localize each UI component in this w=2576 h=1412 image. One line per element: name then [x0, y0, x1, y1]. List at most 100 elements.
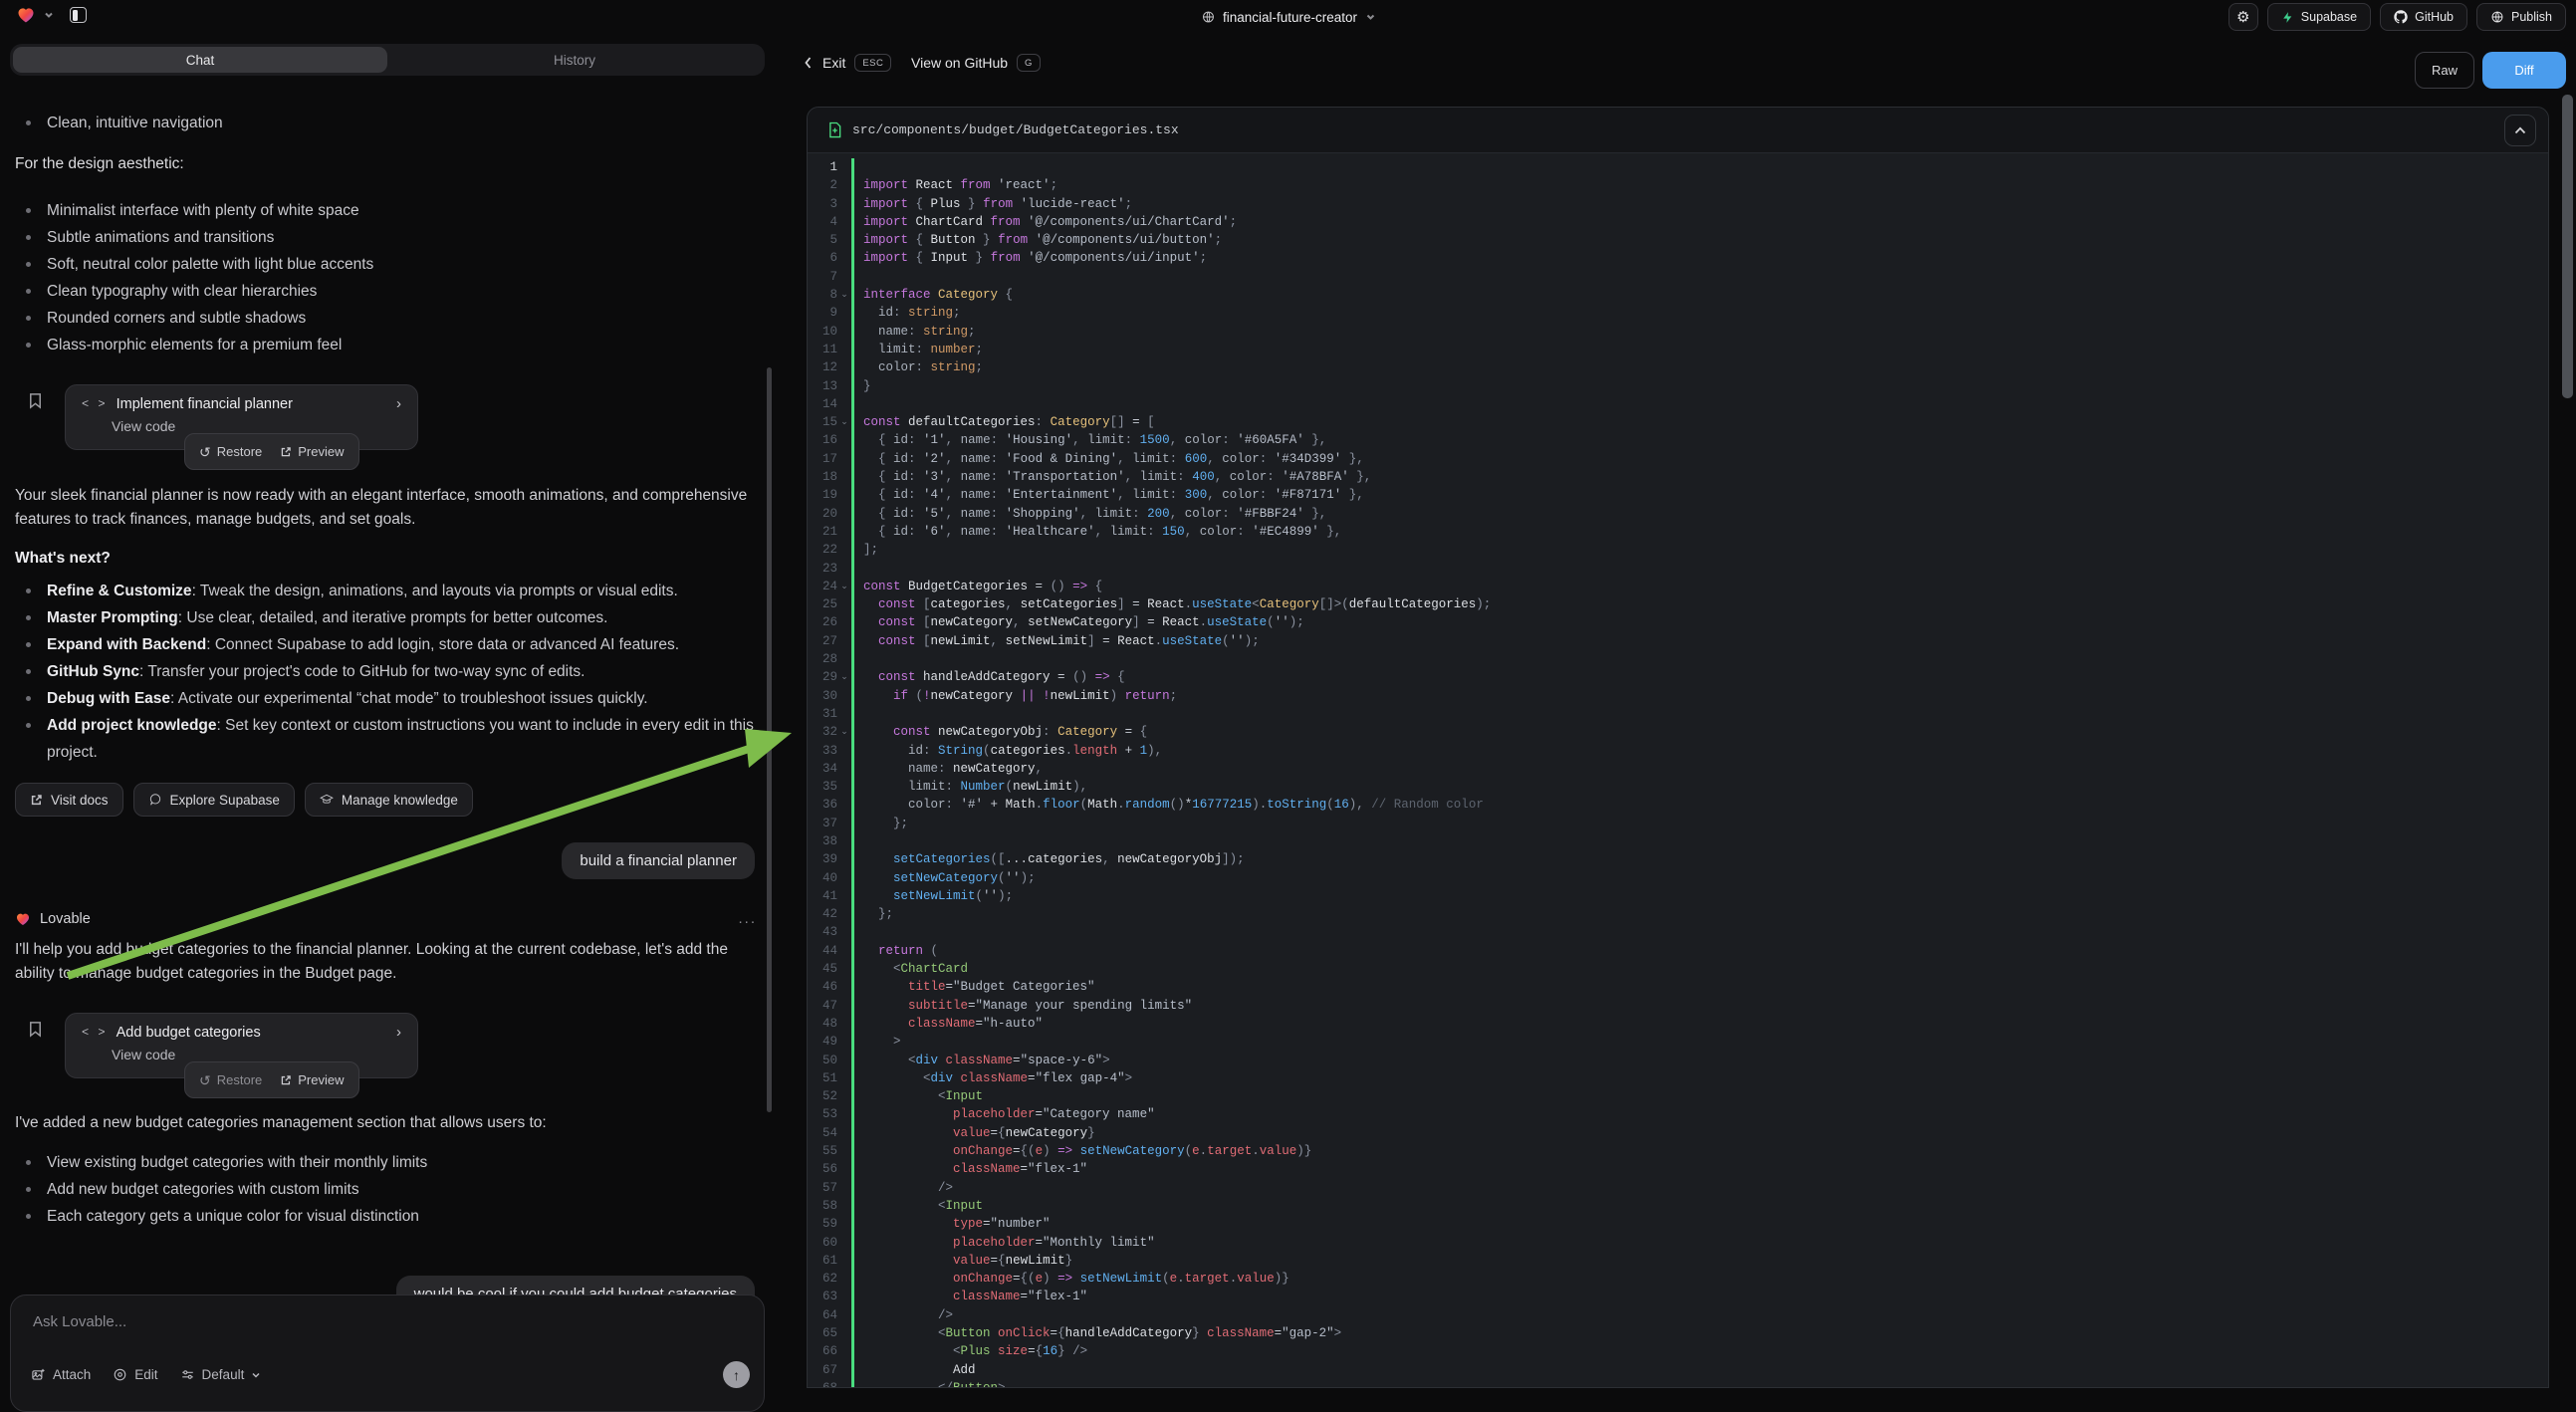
- tab-history[interactable]: History: [387, 47, 762, 73]
- visit-docs-button[interactable]: Visit docs: [15, 783, 123, 817]
- fold-gutter: [837, 395, 851, 413]
- github-label: GitHub: [2415, 10, 2454, 24]
- fold-gutter: [837, 1033, 851, 1051]
- fold-gutter: [837, 358, 851, 376]
- message-menu-button[interactable]: ...: [738, 910, 757, 927]
- view-on-github-button[interactable]: View on GitHub G: [911, 54, 1041, 72]
- design-bullet-list: Minimalist interface with plenty of whit…: [15, 197, 754, 358]
- fold-chevron-icon[interactable]: ⌄: [837, 723, 851, 741]
- chat-tabs: Chat History: [10, 44, 765, 76]
- fold-chevron-icon[interactable]: ⌄: [837, 413, 851, 431]
- code-line: 54 value={newCategory}: [808, 1124, 2548, 1142]
- composer-input[interactable]: Ask Lovable...: [33, 1313, 126, 1330]
- settings-button[interactable]: ⚙: [2228, 3, 2258, 31]
- line-number: 57: [808, 1179, 837, 1197]
- restore-button[interactable]: ↺Restore: [199, 444, 262, 459]
- tab-chat[interactable]: Chat: [13, 47, 387, 73]
- fold-chevron-icon[interactable]: ⌄: [837, 578, 851, 595]
- sidebar-toggle-icon[interactable]: [70, 7, 87, 23]
- code-text: className="flex-1": [854, 1288, 1087, 1305]
- publish-label: Publish: [2511, 10, 2552, 24]
- fold-chevron-icon[interactable]: ⌄: [837, 668, 851, 686]
- lovable-logo-icon[interactable]: [16, 5, 36, 25]
- fold-gutter: [837, 341, 851, 358]
- line-number: 2: [808, 176, 837, 194]
- send-button[interactable]: ↑: [723, 1361, 750, 1388]
- line-number: 64: [808, 1306, 837, 1324]
- code-text: const [newLimit, setNewLimit] = React.us…: [854, 632, 1260, 650]
- fold-gutter: [837, 231, 851, 249]
- code-line: 52 <Input: [808, 1087, 2548, 1105]
- restore-button[interactable]: ↺Restore: [199, 1072, 262, 1087]
- view-code-link[interactable]: View code: [82, 1047, 401, 1062]
- line-number: 62: [808, 1270, 837, 1288]
- line-number: 8: [808, 286, 837, 304]
- collapse-file-button[interactable]: [2504, 115, 2536, 146]
- code-line: 58 <Input: [808, 1197, 2548, 1215]
- version-actions-toolbar: ↺Restore Preview: [184, 1061, 359, 1098]
- code-text: [854, 268, 863, 286]
- code-text: { id: '5', name: 'Shopping', limit: 200,…: [854, 505, 1326, 523]
- reply-paragraph: I'll help you add budget categories to t…: [15, 938, 754, 985]
- code-text: { id: '3', name: 'Transportation', limit…: [854, 468, 1371, 486]
- file-path-bar[interactable]: src/components/budget/BudgetCategories.t…: [808, 108, 2548, 153]
- project-switcher[interactable]: financial-future-creator: [1201, 0, 1375, 34]
- attach-button[interactable]: Attach: [31, 1367, 91, 1382]
- code-line: 56 className="flex-1": [808, 1160, 2548, 1178]
- code-line: 3import { Plus } from 'lucide-react';: [808, 195, 2548, 213]
- line-number: 55: [808, 1142, 837, 1160]
- code-line: 37 };: [808, 815, 2548, 832]
- fold-gutter: [837, 268, 851, 286]
- fold-chevron-icon[interactable]: ⌄: [837, 286, 851, 304]
- preview-button[interactable]: Preview: [280, 444, 344, 459]
- bookmark-icon[interactable]: [27, 1021, 44, 1038]
- github-button[interactable]: GitHub: [2380, 3, 2467, 31]
- supabase-button[interactable]: Supabase: [2267, 3, 2371, 31]
- logo-chevron-down-icon[interactable]: [44, 10, 54, 20]
- fold-gutter: [837, 942, 851, 960]
- list-item: Clean, intuitive navigation: [15, 110, 754, 136]
- code-text: <Input: [854, 1087, 983, 1105]
- fold-gutter: [837, 632, 851, 650]
- code-line: 31: [808, 705, 2548, 723]
- line-number: 4: [808, 213, 837, 231]
- code-line: 50 <div className="space-y-6">: [808, 1052, 2548, 1069]
- explore-supabase-button[interactable]: Explore Supabase: [133, 783, 295, 817]
- view-code-link[interactable]: View code: [82, 418, 401, 434]
- code-text: <div className="space-y-6">: [854, 1052, 1110, 1069]
- fold-gutter: [837, 869, 851, 887]
- fold-gutter: [837, 158, 851, 176]
- preview-button[interactable]: Preview: [280, 1072, 344, 1087]
- line-number: 40: [808, 869, 837, 887]
- publish-button[interactable]: Publish: [2476, 3, 2566, 31]
- line-number: 29: [808, 668, 837, 686]
- globe-icon: [1201, 10, 1215, 24]
- fold-gutter: [837, 1197, 851, 1215]
- line-number: 67: [808, 1361, 837, 1379]
- manage-knowledge-button[interactable]: Manage knowledge: [305, 783, 473, 817]
- raw-toggle-button[interactable]: Raw: [2415, 52, 2474, 89]
- line-number: 36: [808, 796, 837, 814]
- code-text: />: [854, 1179, 953, 1197]
- restore-icon: ↺: [199, 445, 211, 459]
- mode-select[interactable]: Default: [180, 1367, 262, 1382]
- code-text: />: [854, 1306, 953, 1324]
- code-line: 11 limit: number;: [808, 341, 2548, 358]
- list-item: Master Prompting: Use clear, detailed, a…: [15, 604, 757, 631]
- exit-button[interactable]: Exit ESC: [803, 54, 891, 72]
- line-number: 56: [808, 1160, 837, 1178]
- code-editor[interactable]: 12import React from 'react';3import { Pl…: [808, 153, 2548, 1388]
- edit-button[interactable]: Edit: [113, 1367, 157, 1382]
- line-number: 17: [808, 450, 837, 468]
- code-text: type="number": [854, 1215, 1051, 1233]
- diff-toggle-button[interactable]: Diff: [2482, 52, 2566, 89]
- fold-gutter: [837, 1052, 851, 1069]
- bookmark-icon[interactable]: [27, 392, 44, 409]
- code-line: 8⌄interface Category {: [808, 286, 2548, 304]
- fold-gutter: [837, 905, 851, 923]
- code-scrollbar[interactable]: [2562, 95, 2573, 398]
- fold-gutter: [837, 760, 851, 778]
- chat-scrollbar[interactable]: [767, 367, 772, 1112]
- code-line: 32⌄ const newCategoryObj: Category = {: [808, 723, 2548, 741]
- fold-gutter: [837, 1361, 851, 1379]
